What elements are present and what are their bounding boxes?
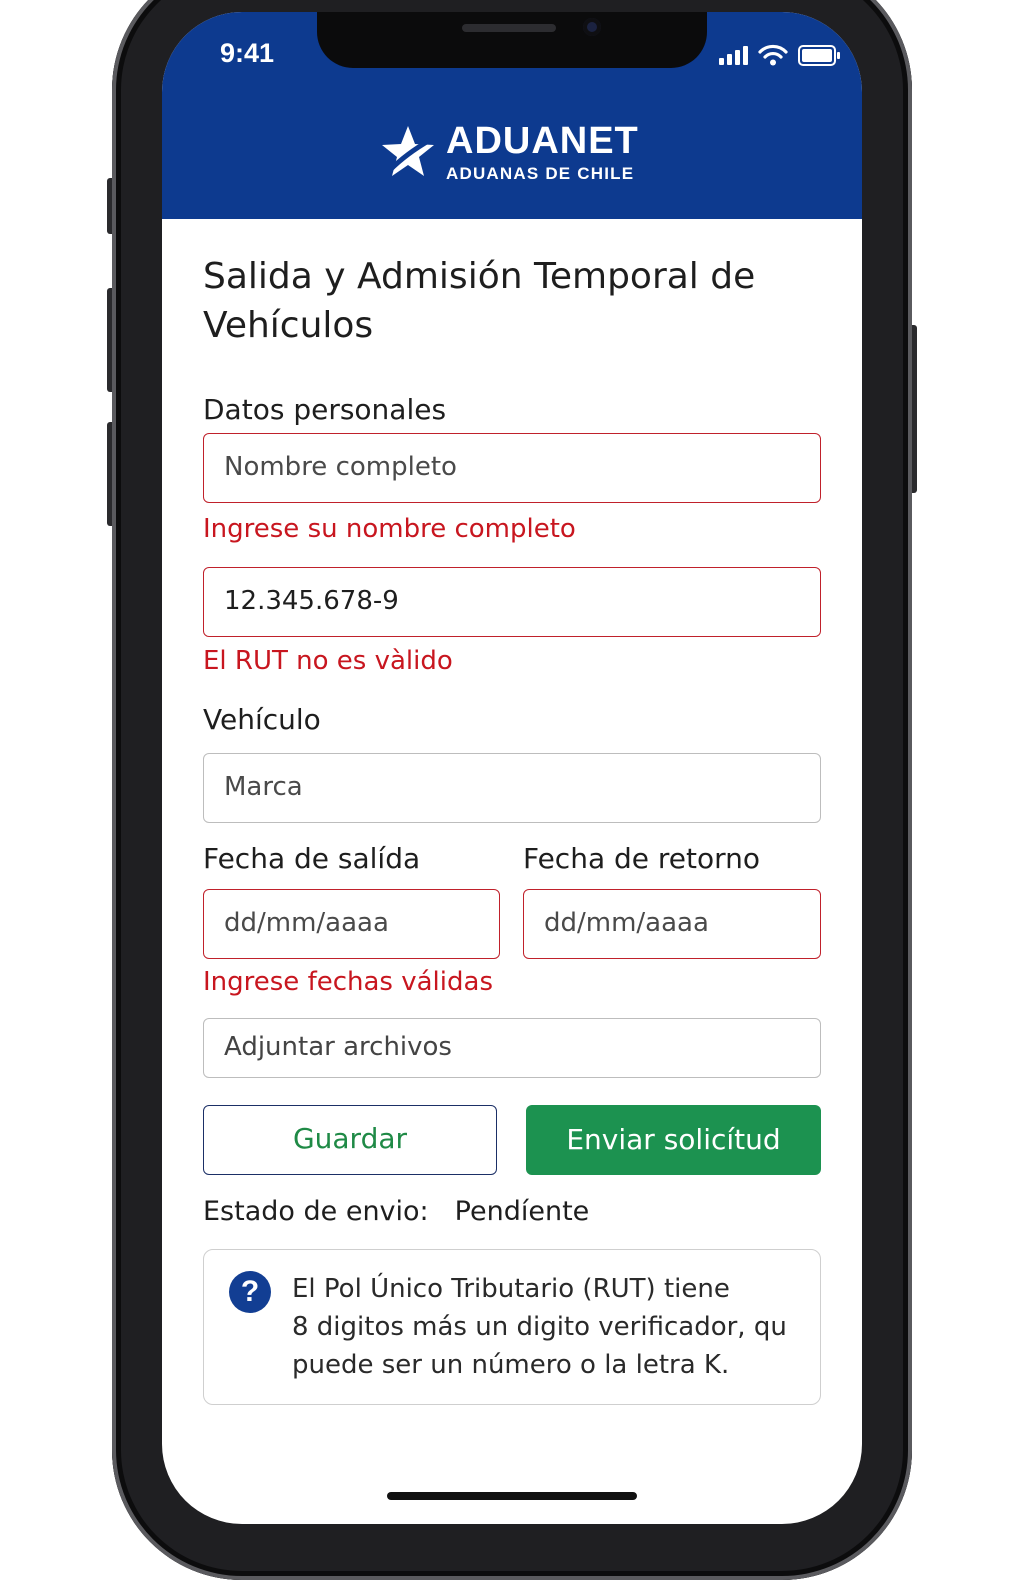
save-button[interactable]: Guardar [203,1105,497,1175]
battery-icon [798,44,840,66]
logo-subtitle: ADUANAS DE CHILE [446,164,635,183]
brand-field[interactable] [203,753,821,823]
departure-date-field[interactable] [203,889,500,959]
rut-field[interactable] [203,567,821,637]
phone-screen: 9:41 ADUANET ADUANAS DE CHILE Salida y A… [162,12,862,1524]
name-error: Ingrese su nombre completo [203,514,576,544]
return-date-field[interactable] [523,889,821,959]
status-time: 9:41 [220,38,275,68]
wifi-icon [758,44,788,66]
status-label: Estado de envio: [203,1196,429,1227]
attach-files-field[interactable]: Adjuntar archivos [203,1018,821,1078]
home-indicator [387,1492,637,1500]
rut-input[interactable] [224,586,791,616]
star-logo-icon [382,126,434,176]
section-personal-data: Datos personales [203,393,447,426]
help-icon: ? [229,1271,271,1313]
departure-date-input[interactable] [224,908,486,938]
signal-icon [719,45,748,65]
speaker-grille [462,24,556,32]
status-icons [719,44,840,66]
submission-status: Estado de envio: Pendíente [203,1196,589,1227]
info-line-1: El Pol Único Tributario (RUT) tiene [292,1274,730,1304]
departure-date-label: Fecha de salída [203,842,421,875]
phone-notch [317,12,707,68]
return-date-label: Fecha de retorno [523,842,761,875]
info-text: El Pol Único Tributario (RUT) tiene 8 di… [292,1270,812,1384]
dates-error: Ingrese fechas válidas [203,967,493,997]
submit-button[interactable]: Enviar solicítud [526,1105,821,1175]
return-date-input[interactable] [544,908,807,938]
front-camera [583,18,601,36]
status-value: Pendíente [454,1196,590,1227]
section-vehicle: Vehículo [203,703,321,736]
info-line-3: puede ser un número o la letra K. [292,1350,730,1380]
name-input[interactable] [224,452,791,482]
page-title: Salida y Admisión Temporal de Vehículos [203,256,756,346]
logo-title: ADUANET [446,120,639,162]
brand-input[interactable] [224,772,791,802]
name-field[interactable] [203,433,821,503]
info-line-2: 8 digitos más un digito verificador, qu [292,1312,787,1342]
rut-info-box: ? El Pol Único Tributario (RUT) tiene 8 … [203,1249,821,1405]
rut-error: El RUT no es vàlido [203,646,453,676]
aduanet-logo: ADUANET ADUANAS DE CHILE [380,120,650,188]
